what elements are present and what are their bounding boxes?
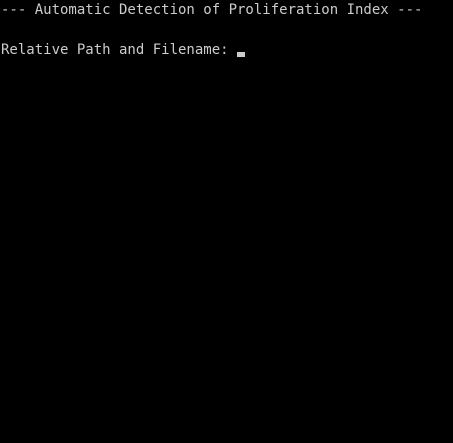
filename-prompt-label: Relative Path and Filename: bbox=[1, 42, 238, 58]
text-cursor bbox=[237, 52, 246, 57]
console-window[interactable]: --- Automatic Detection of Proliferation… bbox=[0, 0, 453, 443]
program-title: --- Automatic Detection of Proliferation… bbox=[1, 2, 423, 18]
filename-prompt-line[interactable]: Relative Path and Filename: bbox=[1, 40, 246, 60]
